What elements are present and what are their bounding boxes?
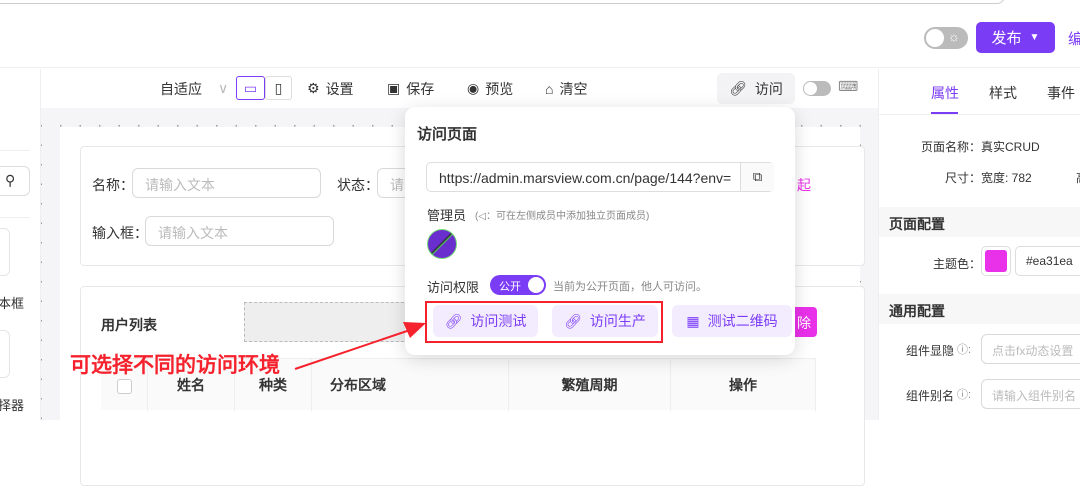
annotation-arrow: [294, 322, 426, 370]
